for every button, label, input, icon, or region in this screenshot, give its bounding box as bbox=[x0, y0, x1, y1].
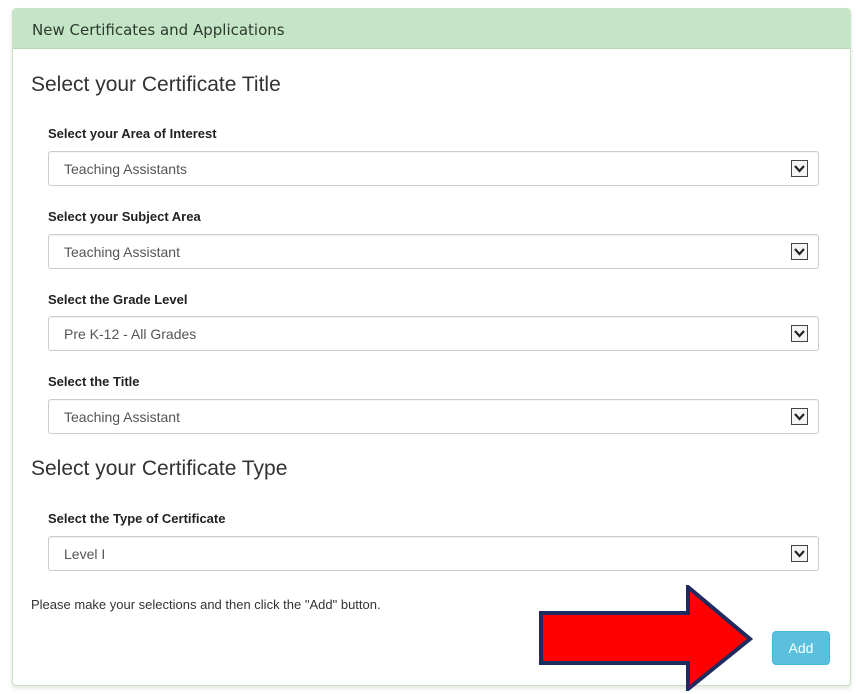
chevron-down-icon[interactable] bbox=[791, 408, 808, 425]
chevron-down-icon[interactable] bbox=[791, 325, 808, 342]
title-select[interactable]: Teaching Assistant bbox=[48, 399, 819, 434]
certificate-type-value: Level I bbox=[64, 546, 106, 562]
area-of-interest-label: Select your Area of Interest bbox=[48, 126, 217, 141]
subject-area-value: Teaching Assistant bbox=[64, 244, 180, 260]
panel-heading: New Certificates and Applications bbox=[13, 9, 850, 49]
certificate-type-label: Select the Type of Certificate bbox=[48, 511, 226, 526]
area-of-interest-value: Teaching Assistants bbox=[64, 161, 187, 177]
helper-text: Please make your selections and then cli… bbox=[31, 597, 381, 612]
grade-level-select[interactable]: Pre K-12 - All Grades bbox=[48, 316, 819, 351]
chevron-down-icon[interactable] bbox=[791, 545, 808, 562]
certificate-type-select[interactable]: Level I bbox=[48, 536, 819, 571]
section-title-certificate-title: Select your Certificate Title bbox=[31, 73, 281, 96]
chevron-down-icon[interactable] bbox=[791, 243, 808, 260]
red-arrow-right-icon bbox=[539, 585, 754, 691]
grade-level-label: Select the Grade Level bbox=[48, 292, 188, 307]
section-title-certificate-type: Select your Certificate Type bbox=[31, 457, 288, 480]
subject-area-label: Select your Subject Area bbox=[48, 209, 201, 224]
chevron-down-icon[interactable] bbox=[791, 160, 808, 177]
add-button[interactable]: Add bbox=[772, 631, 830, 665]
title-value: Teaching Assistant bbox=[64, 409, 180, 425]
grade-level-value: Pre K-12 - All Grades bbox=[64, 326, 197, 342]
subject-area-select[interactable]: Teaching Assistant bbox=[48, 234, 819, 269]
title-label: Select the Title bbox=[48, 374, 140, 389]
area-of-interest-select[interactable]: Teaching Assistants bbox=[48, 151, 819, 186]
